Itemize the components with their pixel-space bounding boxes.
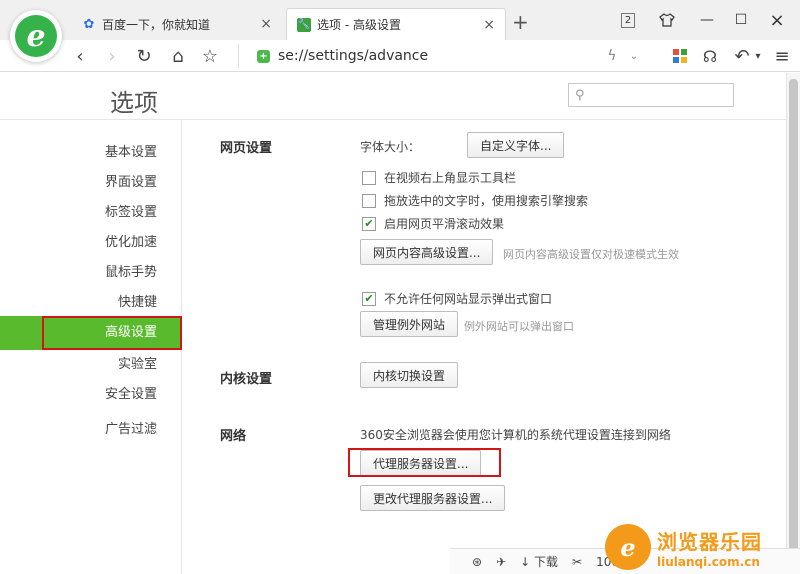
sidebar-item-security[interactable]: 安全设置 xyxy=(105,380,157,410)
tab-baidu[interactable]: ✿ 百度一下，你就知道 × xyxy=(72,8,282,40)
watermark-url: liulanqi.com.cn xyxy=(657,554,760,569)
checkmark-icon[interactable]: ✔ xyxy=(362,291,376,306)
section-web-settings: 网页设置 xyxy=(220,141,273,156)
checkbox-video-toolbar[interactable]: 在视频右上角显示工具栏 xyxy=(362,169,516,186)
forward-button[interactable]: › xyxy=(100,44,124,68)
title-bar: ✿ 百度一下，你就知道 × 🔧 选项 - 高级设置 × + 2 — ☐ × xyxy=(0,0,800,40)
cut-icon[interactable]: ✂ xyxy=(572,555,582,569)
undo-dropdown-icon[interactable]: ▾ xyxy=(746,44,770,68)
maximize-button[interactable]: ☐ xyxy=(730,8,752,32)
menu-icon[interactable]: ≡ xyxy=(770,44,794,68)
sidebar-item-lab[interactable]: 实验室 xyxy=(118,350,157,380)
advanced-hint: 网页内容高级设置仅对极速模式生效 xyxy=(503,248,679,261)
ie-mode-icon[interactable]: ⊛ xyxy=(472,555,482,569)
skin-icon[interactable] xyxy=(656,8,678,32)
headset-icon[interactable]: ☊ xyxy=(698,44,722,68)
nav-bar: ‹ › ↻ ⌂ ☆ + se://settings/advance ϟ ⌄ ☊ … xyxy=(0,40,800,72)
security-shield-icon: + xyxy=(257,49,270,63)
checkbox-box[interactable] xyxy=(362,193,376,208)
search-icon: ⚲ xyxy=(575,87,585,103)
kernel-switch-button[interactable]: 内核切换设置 xyxy=(360,362,459,388)
lightning-mode-icon[interactable]: ϟ xyxy=(600,44,624,68)
vertical-scrollbar[interactable] xyxy=(786,73,800,574)
close-tab-icon[interactable]: × xyxy=(260,16,272,32)
tab-count-button[interactable]: 2 xyxy=(618,8,638,32)
rocket-icon[interactable]: ✈ xyxy=(496,555,506,569)
checkbox-box[interactable] xyxy=(362,170,376,185)
apps-grid-icon[interactable] xyxy=(668,44,692,68)
sidebar-item-optimize[interactable]: 优化加速 xyxy=(105,228,157,258)
baidu-paw-icon: ✿ xyxy=(83,16,95,32)
tab-title: 选项 - 高级设置 xyxy=(317,18,401,32)
settings-page: 选项 ⚲ 基本设置 界面设置 标签设置 优化加速 鼠标手势 快捷键 高级设置 实… xyxy=(0,73,800,574)
sidebar-item-advanced[interactable]: 高级设置 xyxy=(0,316,181,350)
favorite-star-button[interactable]: ☆ xyxy=(198,44,222,68)
refresh-button[interactable]: ↻ xyxy=(132,44,156,68)
sidebar-item-adblock[interactable]: 广告过滤 xyxy=(105,415,157,445)
close-window-button[interactable]: × xyxy=(766,8,788,32)
watermark-title: 浏览器乐园 xyxy=(657,529,762,554)
url-text: se://settings/advance xyxy=(278,48,429,64)
proxy-settings-button[interactable]: 代理服务器设置... xyxy=(360,450,482,476)
manage-exceptions-button[interactable]: 管理例外网站 xyxy=(360,311,459,337)
download-button[interactable]: ↓ 下载 xyxy=(520,553,558,570)
sidebar-item-mouse-gesture[interactable]: 鼠标手势 xyxy=(105,258,157,288)
network-description: 360安全浏览器会使用您计算机的系统代理设置连接到网络 xyxy=(360,428,671,442)
sidebar-item-interface[interactable]: 界面设置 xyxy=(105,168,157,198)
sidebar-item-tabs[interactable]: 标签设置 xyxy=(105,198,157,228)
settings-sidebar: 基本设置 界面设置 标签设置 优化加速 鼠标手势 快捷键 高级设置 实验室 安全… xyxy=(0,120,182,574)
web-content-advanced-button[interactable]: 网页内容高级设置... xyxy=(360,239,494,265)
back-button[interactable]: ‹ xyxy=(68,44,92,68)
tab-title: 百度一下，你就知道 xyxy=(102,17,211,32)
wrench-icon: 🔧 xyxy=(297,17,311,32)
page-title: 选项 xyxy=(110,89,158,117)
sidebar-item-shortcuts[interactable]: 快捷键 xyxy=(118,288,157,318)
section-kernel-settings: 内核设置 xyxy=(220,372,273,387)
checkbox-block-popups[interactable]: ✔ 不允许任何网站显示弹出式窗口 xyxy=(362,290,552,307)
font-size-label: 字体大小： xyxy=(360,140,421,154)
home-button[interactable]: ⌂ xyxy=(166,44,190,68)
checkbox-smooth-scroll[interactable]: ✔ 启用网页平滑滚动效果 xyxy=(362,215,504,232)
section-network: 网络 xyxy=(220,429,247,444)
sidebar-item-basic[interactable]: 基本设置 xyxy=(105,138,157,168)
browser-logo[interactable]: e xyxy=(10,10,62,62)
settings-search-input[interactable]: ⚲ xyxy=(568,83,734,107)
exceptions-hint: 例外网站可以弹出窗口 xyxy=(464,320,574,333)
site-watermark: e 浏览器乐园 liulanqi.com.cn xyxy=(605,520,800,574)
minimize-button[interactable]: — xyxy=(696,8,718,32)
checkbox-drag-search[interactable]: 拖放选中的文字时，使用搜索引擎搜索 xyxy=(362,192,588,209)
checkmark-icon[interactable]: ✔ xyxy=(362,216,376,231)
address-bar[interactable]: + se://settings/advance xyxy=(238,44,638,68)
new-tab-button[interactable]: + xyxy=(512,10,529,34)
logo-e-icon: e xyxy=(15,15,57,57)
watermark-logo-icon: e xyxy=(605,524,651,570)
tab-settings[interactable]: 🔧 选项 - 高级设置 × xyxy=(286,8,506,40)
close-tab-icon[interactable]: × xyxy=(483,17,495,33)
custom-font-button[interactable]: 自定义字体... xyxy=(467,132,565,158)
scrollbar-thumb[interactable] xyxy=(789,79,798,559)
mode-dropdown-icon[interactable]: ⌄ xyxy=(622,44,646,68)
change-proxy-settings-button[interactable]: 更改代理服务器设置... xyxy=(360,485,506,511)
